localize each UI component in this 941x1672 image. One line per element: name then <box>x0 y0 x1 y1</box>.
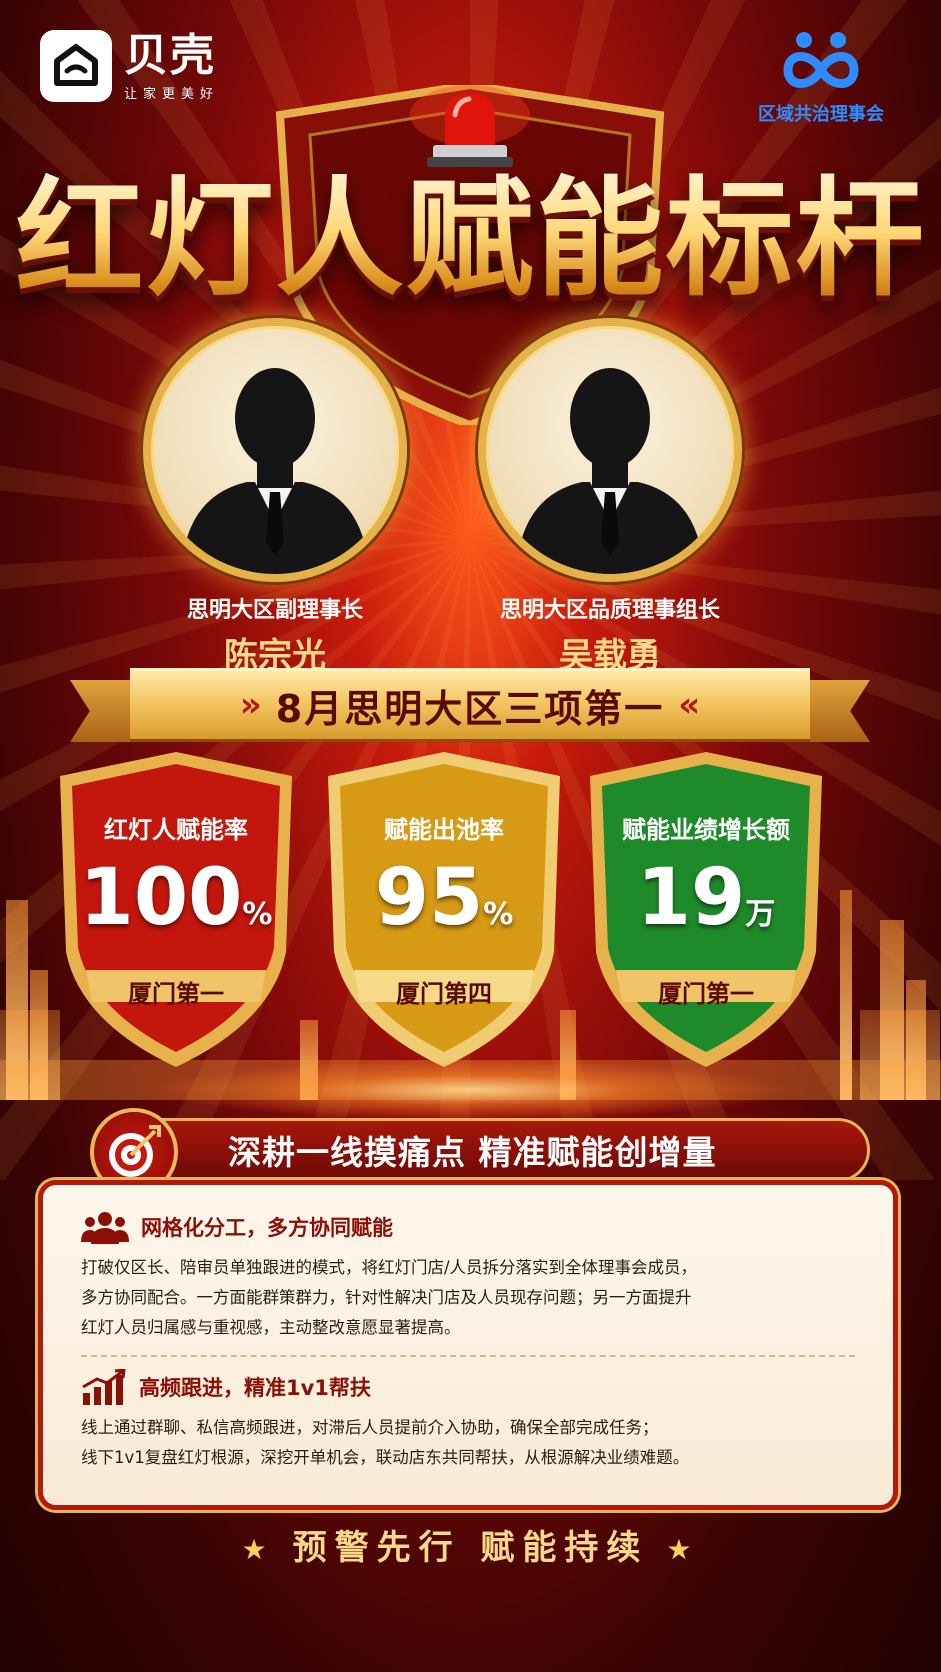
council-name: 区域共治理事会 <box>758 104 884 125</box>
stat-label: 赋能出池率 <box>384 816 504 844</box>
person-silhouette-icon <box>181 368 369 574</box>
stat-unit: % <box>483 897 514 932</box>
avatar <box>478 318 742 582</box>
block-title: 高频跟进，精准1v1帮扶 <box>139 1376 371 1400</box>
star-icon: ★ <box>666 1533 700 1566</box>
footer-slogan: ★ 预警先行 赋能持续 ★ <box>0 1520 941 1569</box>
body-line: 红灯人员归属感与重视感，主动整改意愿显著提高。 <box>81 1318 461 1337</box>
stat-unit: % <box>242 897 273 932</box>
stat-value: 95% <box>374 853 514 943</box>
star-icon: ★ <box>241 1533 275 1566</box>
block-title: 网格化分工，多方协同赋能 <box>141 1216 393 1240</box>
person-card-2: 思明大区品质理事组长 吴载勇 <box>470 318 750 677</box>
stat-label: 赋能业绩增长额 <box>622 816 790 844</box>
footer-text: 预警先行 赋能持续 <box>292 1528 649 1568</box>
body-line: 线下1v1复盘红灯根源，深挖开单机会，联动店东共同帮扶，从根源解决业绩难题。 <box>81 1448 690 1467</box>
section-title: 深耕一线摸痛点 精准赋能创增量 <box>228 1133 717 1172</box>
team-icon <box>81 1212 129 1244</box>
stat-shield-1: 红灯人赋能率 100% 厦门第一 <box>50 752 302 1067</box>
main-title: 红灯人赋能标杆 <box>0 165 941 315</box>
stat-rank: 厦门第一 <box>128 980 224 1008</box>
block-body: 打破仅区长、陪审员单独跟进的模式，将红灯门店/人员拆分落实到全体理事会成员， 多… <box>81 1253 855 1343</box>
avatar <box>143 318 407 582</box>
stat-shield-3: 赋能业绩增长额 19万 厦门第一 <box>580 752 832 1067</box>
alarm-light-icon <box>410 85 530 167</box>
content-panel: 网格化分工，多方协同赋能 打破仅区长、陪审员单独跟进的模式，将红灯门店/人员拆分… <box>38 1180 898 1510</box>
body-line: 线上通过群聊、私信高频跟进，对滞后人员提前介入协助，确保全部完成任务； <box>81 1418 659 1437</box>
person-silhouette-icon <box>516 368 704 574</box>
chevron-right-icon: » <box>239 685 262 725</box>
beike-logo: 贝壳 让家更美好 <box>40 30 219 102</box>
council-logo: 区域共治理事会 <box>741 30 901 126</box>
ribbon-body: » 8月思明大区三项第一 « <box>130 668 810 742</box>
stat-rank: 厦门第四 <box>396 980 492 1008</box>
stat-rank: 厦门第一 <box>658 980 754 1008</box>
house-icon <box>40 30 112 102</box>
block-body: 线上通过群聊、私信高频跟进，对滞后人员提前介入协助，确保全部完成任务； 线下1v… <box>81 1413 855 1473</box>
person-title: 思明大区品质理事组长 <box>499 598 720 623</box>
stat-label: 红灯人赋能率 <box>104 816 248 844</box>
stat-shield-2: 赋能出池率 95% 厦门第四 <box>318 752 570 1067</box>
growth-chart-icon <box>82 1369 126 1405</box>
stat-unit: 万 <box>745 897 776 932</box>
body-line: 多方协同配合。一方面能群策群力，针对性解决门店及人员现存问题；另一方面提升 <box>81 1288 692 1307</box>
stat-value: 19万 <box>636 853 776 943</box>
ribbon-text: 8月思明大区三项第一 <box>275 686 665 731</box>
dashed-divider <box>81 1355 855 1357</box>
brand-name: 贝壳 <box>124 29 216 81</box>
content-block-2: 高频跟进，精准1v1帮扶 线上通过群聊、私信高频跟进，对滞后人员提前介入协助，确… <box>81 1367 855 1473</box>
section-bar: 深耕一线摸痛点 精准赋能创增量 <box>130 1118 870 1182</box>
achievement-ribbon: » 8月思明大区三项第一 « <box>70 668 870 750</box>
infinity-people-icon <box>783 32 859 88</box>
chevron-left-icon: « <box>678 685 701 725</box>
body-line: 打破仅区长、陪审员单独跟进的模式，将红灯门店/人员拆分落实到全体理事会成员， <box>81 1258 698 1277</box>
brand-slogan: 让家更美好 <box>124 86 220 102</box>
person-title: 思明大区副理事长 <box>186 598 363 623</box>
stat-value: 100% <box>79 853 273 943</box>
section-header: 深耕一线摸痛点 精准赋能创增量 <box>90 1108 880 1196</box>
content-block-1: 网格化分工，多方协同赋能 打破仅区长、陪审员单独跟进的模式，将红灯门店/人员拆分… <box>81 1207 855 1343</box>
person-card-1: 思明大区副理事长 陈宗光 <box>135 318 415 677</box>
